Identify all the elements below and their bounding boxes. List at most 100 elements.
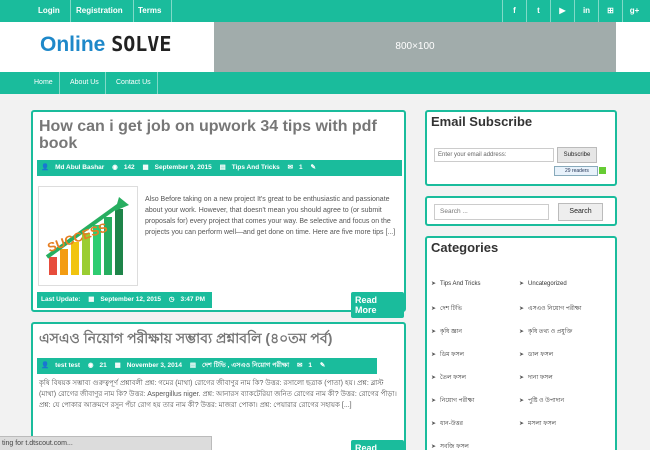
post-category[interactable]: দেশ টিভি , এসএও নিয়োগ পরীক্ষা <box>202 362 289 369</box>
comment-icon: ✉ <box>296 362 303 369</box>
read-more-button[interactable]: Read More <box>351 440 404 450</box>
category-item[interactable]: ➤ Tips And Tricks <box>431 280 481 287</box>
clock-icon: ◷ <box>168 296 175 303</box>
category-item[interactable]: ➤ ডাল ফসল <box>519 349 553 360</box>
post-views: 21 <box>99 362 107 369</box>
folder-icon: ▤ <box>219 164 226 171</box>
post-title[interactable]: How can i get job on upwork 34 tips with… <box>39 118 389 152</box>
post-category[interactable]: Tips And Tricks <box>232 164 280 171</box>
site-logo[interactable]: Online SOLVE <box>40 32 171 57</box>
tag-icon: ➤ <box>431 421 437 427</box>
category-item[interactable]: ➤ কৃষি তথ্য ও প্রযুক্তি <box>519 326 572 337</box>
search-input[interactable]: Search ... <box>434 204 549 220</box>
update-label: Last Update: <box>41 296 81 303</box>
tag-icon: ➤ <box>519 352 525 358</box>
edit-icon[interactable]: ✎ <box>320 362 325 369</box>
registration-link[interactable]: Registration <box>66 0 134 22</box>
link-icon[interactable]: ⛓ <box>213 296 221 303</box>
tag-icon: ➤ <box>519 306 525 312</box>
post-meta-bar: 👤 test test ◉ 21 ▦ November 3, 2014 ▤ দেশ টি… <box>37 358 377 374</box>
calendar-icon: ▦ <box>142 164 149 171</box>
nav-contact-us[interactable]: Contact Us <box>110 72 158 94</box>
nav-home[interactable]: Home <box>28 72 60 94</box>
rss-icon[interactable] <box>599 167 606 174</box>
post-comments[interactable]: 1 <box>308 362 312 369</box>
widget-title: Categories <box>431 240 499 255</box>
tag-icon: ➤ <box>431 329 437 335</box>
widget-title: Email Subscribe <box>431 114 533 129</box>
comment-icon: ✉ <box>287 164 294 171</box>
categories-widget: Categories ➤ Tips And Tricks ➤ দেশ টিভি ➤ ক… <box>425 236 617 450</box>
category-item[interactable]: ➤ দেশ টিভি <box>431 303 462 314</box>
category-item[interactable]: ➤ ডিম ফসল <box>431 349 464 360</box>
ad-banner[interactable]: 800×100 <box>214 22 616 72</box>
category-item[interactable]: ➤ Uncategorized <box>519 280 567 287</box>
post-card: এসএও নিয়োগ পরীক্ষায় সম্ভাব্য প্রশ্নাবল… <box>31 322 406 450</box>
linkedin-icon[interactable]: in <box>574 0 598 22</box>
tag-icon: ➤ <box>519 398 525 404</box>
category-item[interactable]: ➤ পুষ্টি ও উপাদান <box>519 395 564 406</box>
category-item[interactable]: ➤ দানা ফসল <box>519 372 553 383</box>
twitter-icon[interactable]: t <box>526 0 550 22</box>
update-date: September 12, 2015 <box>100 296 162 303</box>
logo-text-online: Online <box>40 33 106 56</box>
tag-icon: ➤ <box>519 375 525 381</box>
category-item[interactable]: ➤ এসএও নিয়োগ পরীক্ষা <box>519 303 581 314</box>
feed-label: readers <box>571 168 589 174</box>
post-date: November 3, 2014 <box>126 362 183 369</box>
windows-icon[interactable]: ⊞ <box>598 0 622 22</box>
edit-icon[interactable]: ✎ <box>310 164 315 171</box>
google-plus-icon[interactable]: g+ <box>622 0 646 22</box>
top-bar: Login Registration Terms f t ▶ in ⊞ g+ <box>0 0 650 22</box>
tag-icon: ➤ <box>431 398 437 404</box>
category-item[interactable]: ➤ ধান-উত্তর <box>431 418 463 429</box>
tag-icon: ➤ <box>431 306 437 312</box>
folder-icon: ▤ <box>189 362 196 369</box>
tag-icon: ➤ <box>519 329 525 335</box>
search-button[interactable]: Search <box>558 203 603 221</box>
post-author[interactable]: Md Abul Bashar <box>55 164 104 171</box>
tag-icon: ➤ <box>431 352 437 358</box>
category-item[interactable]: ➤ মসলা ফসল <box>519 418 556 429</box>
category-item[interactable]: ➤ তৈল ফসল <box>431 372 466 383</box>
post-excerpt: কৃষি বিষয়ক সম্ভাব্য গুরুত্বপূর্ণ প্রশ্ন… <box>39 380 397 409</box>
tag-icon: ➤ <box>431 375 437 381</box>
post-date: September 9, 2015 <box>154 164 212 171</box>
post-author[interactable]: test test <box>55 362 80 369</box>
success-graph-image: SUCCESS <box>45 197 129 275</box>
read-more-button[interactable]: Read More <box>351 292 404 318</box>
login-link[interactable]: Login <box>28 0 71 22</box>
post-excerpt: Also Before taking on a new project It's… <box>145 196 396 236</box>
tag-icon: ➤ <box>519 281 525 287</box>
feed-count: 29 <box>565 168 571 174</box>
tag-icon: ➤ <box>519 421 525 427</box>
views-icon: ◉ <box>112 164 118 171</box>
feed-count-badge[interactable]: 29 readers <box>554 166 598 176</box>
views-icon: ◉ <box>87 362 94 369</box>
post-comments[interactable]: 1 <box>299 164 303 171</box>
terms-link[interactable]: Terms <box>128 0 173 22</box>
category-item[interactable]: ➤ কৃষি জ্ঞান <box>431 326 462 337</box>
post-thumbnail[interactable]: SUCCESS <box>38 186 138 286</box>
category-item[interactable]: ➤ নিয়োগ পরীক্ষা <box>431 395 474 406</box>
tag-icon: ➤ <box>431 444 437 450</box>
post-title[interactable]: এসএও নিয়োগ পরীক্ষায় সম্ভাব্য প্রশ্নাবল… <box>39 330 399 347</box>
post-card: How can i get job on upwork 34 tips with… <box>31 110 406 318</box>
subscribe-button[interactable]: Subscribe <box>557 147 597 163</box>
email-subscribe-widget: Email Subscribe Enter your email address… <box>425 110 617 186</box>
main-nav: Home About Us Contact Us <box>0 72 650 94</box>
post-meta-bar: 👤 Md Abul Bashar ◉ 142 ▦ September 9, 2015 … <box>37 160 402 176</box>
site-header: Online SOLVE 800×100 <box>0 22 650 72</box>
logo-text-solve: SOLVE <box>111 32 172 56</box>
youtube-icon[interactable]: ▶ <box>550 0 574 22</box>
calendar-icon: ▦ <box>88 296 95 303</box>
category-item[interactable]: ➤ সবজি ফসল <box>431 441 469 450</box>
facebook-icon[interactable]: f <box>502 0 526 22</box>
calendar-icon: ▦ <box>114 362 121 369</box>
update-time: 3:47 PM <box>180 296 206 303</box>
nav-about-us[interactable]: About Us <box>64 72 106 94</box>
email-input[interactable]: Enter your email address: <box>434 148 554 162</box>
user-icon: 👤 <box>41 362 50 369</box>
tag-icon: ➤ <box>431 281 437 287</box>
user-icon: 👤 <box>41 164 50 171</box>
